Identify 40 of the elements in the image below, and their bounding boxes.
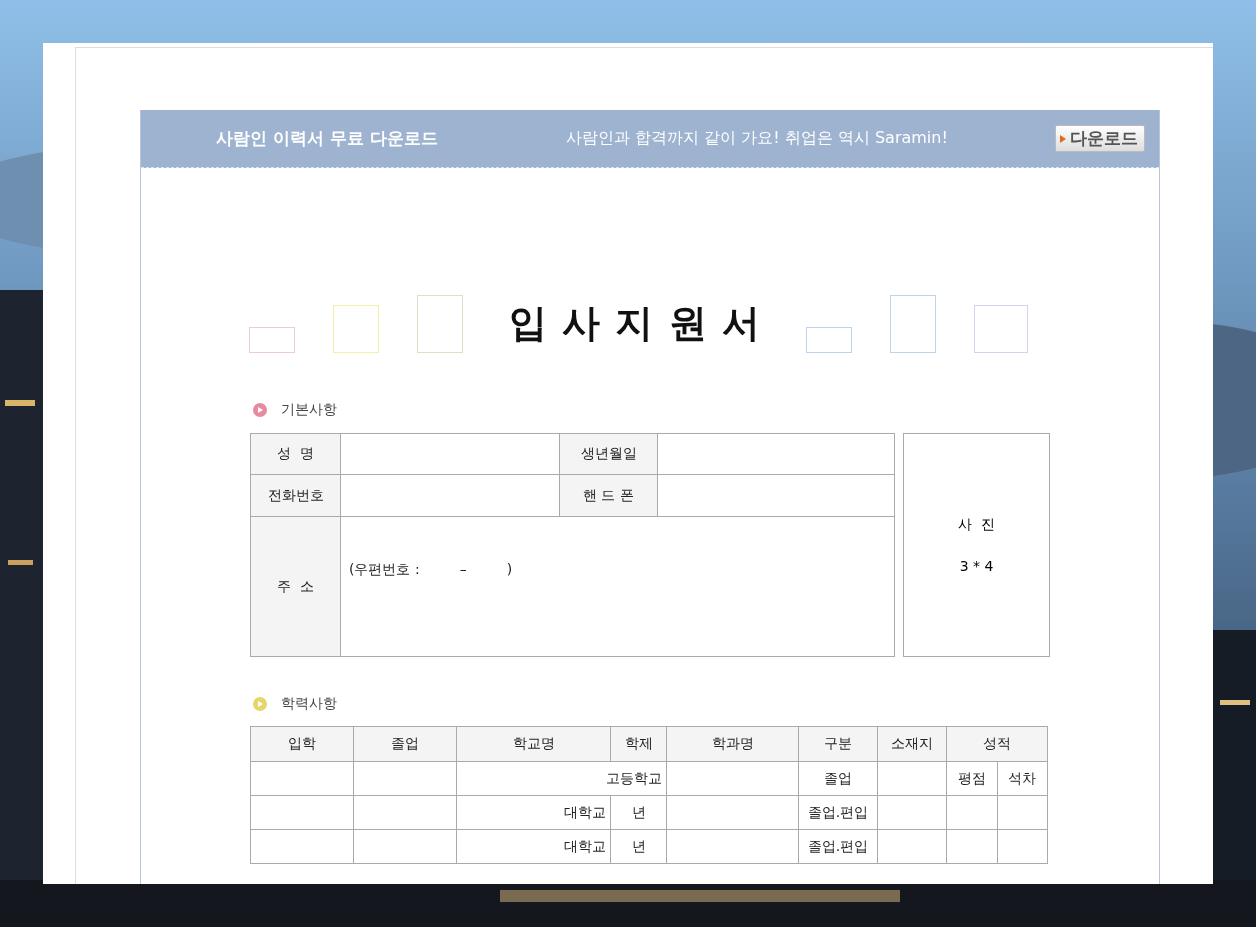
- table-header: 졸업: [353, 726, 457, 762]
- photo-size: 3 * 4: [959, 558, 994, 574]
- table-cell: (우편번호 : – ): [340, 516, 895, 657]
- table-cell: [946, 795, 997, 830]
- table-cell: [997, 829, 1048, 864]
- table-cell: [997, 795, 1048, 830]
- table-header: 핸 드 폰: [559, 474, 658, 517]
- table-header: 생년월일: [559, 433, 658, 475]
- table-cell: [877, 829, 947, 864]
- table-cell: [877, 795, 947, 830]
- section-heading: 기본사항: [281, 401, 337, 419]
- banner-title: 사람인 이력서 무료 다운로드: [216, 127, 439, 150]
- table-header: 학교명: [456, 726, 611, 762]
- table-cell: 졸업.편입: [798, 795, 878, 830]
- form-title: 입 사 지 원 서: [509, 300, 760, 347]
- table-header: 석차: [997, 761, 1048, 796]
- table-header: 주 소: [250, 516, 341, 657]
- table-header: 학과명: [666, 726, 799, 762]
- table-header: 전화번호: [250, 474, 341, 517]
- table-header: 학제: [610, 726, 667, 762]
- table-cell: 고등학교: [456, 761, 667, 796]
- table-header: 성 명: [250, 433, 341, 475]
- table-cell: 년: [610, 795, 667, 830]
- banner-slogan: 사람인과 합격까지 같이 가요! 취업은 역시 Saramin!: [566, 128, 949, 149]
- table-header: 성적: [946, 726, 1048, 762]
- table-cell: 대학교: [456, 795, 611, 830]
- triangle-icon: [1060, 134, 1066, 143]
- download-button[interactable]: 다운로드: [1055, 125, 1145, 152]
- photo-label: 사 진: [958, 516, 995, 534]
- table-cell: [877, 761, 947, 796]
- table-header: 구분: [798, 726, 878, 762]
- table-cell: 졸업: [798, 761, 878, 796]
- table-cell: [946, 829, 997, 864]
- table-header: 소재지: [877, 726, 947, 762]
- table-header: 평점: [946, 761, 997, 796]
- table-header: 입학: [250, 726, 354, 762]
- section-heading: 학력사항: [281, 695, 337, 713]
- table-cell: 년: [610, 829, 667, 864]
- table-cell: 졸업.편입: [798, 829, 878, 864]
- table-cell: 대학교: [456, 829, 611, 864]
